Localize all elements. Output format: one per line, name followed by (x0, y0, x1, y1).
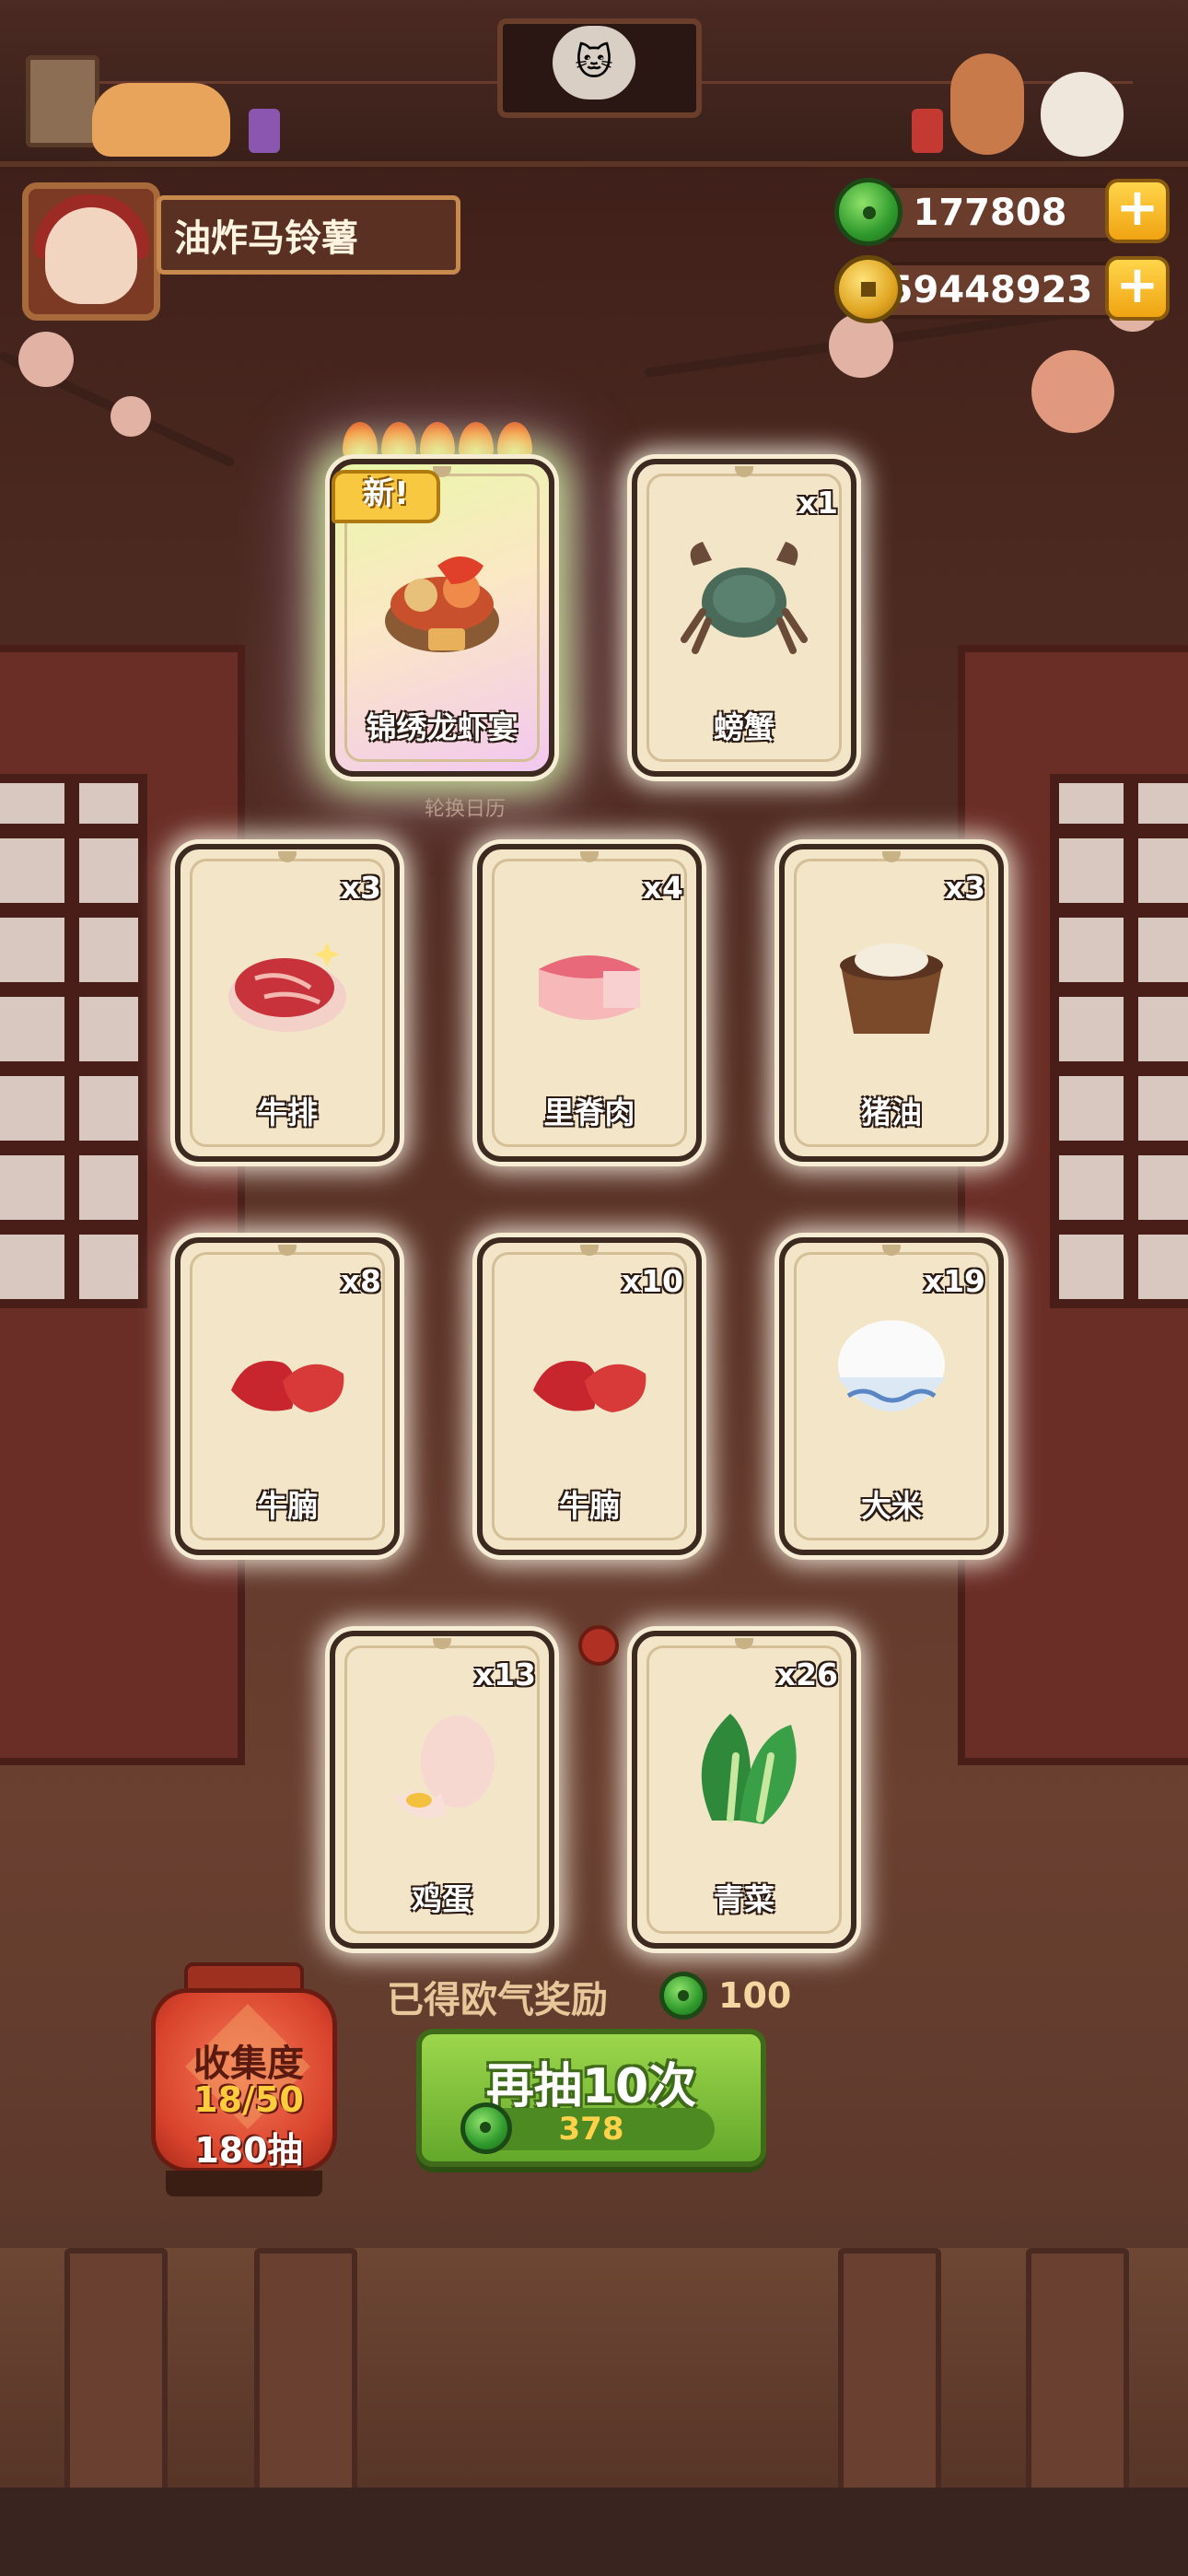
luck-reward-value: 100 (718, 1975, 792, 2016)
steak-icon (228, 942, 346, 1032)
card-count: x3 (340, 870, 381, 906)
card-count: x10 (621, 1263, 683, 1299)
railing-post (1026, 2248, 1129, 2499)
railing-post (64, 2248, 168, 2499)
card-label: 大米 (861, 1488, 922, 1524)
lantern-body: 收集度 18/50 180抽 (151, 1988, 337, 2172)
card-label: 牛腩 (257, 1488, 318, 1524)
jade-icon (834, 178, 903, 246)
lobster-feast-icon (385, 556, 499, 652)
bottom-strip (0, 2488, 1188, 2576)
card-label: 青菜 (714, 1881, 775, 1917)
card-count: x13 (473, 1657, 536, 1692)
coin-icon (834, 255, 903, 323)
card-label: 里脊肉 (543, 1095, 635, 1130)
blossom (18, 332, 74, 387)
card-label: 锦绣龙虾宴 (366, 709, 518, 745)
card-label: 猪油 (861, 1095, 922, 1130)
card-label: 牛腩 (559, 1488, 620, 1524)
blossom (829, 313, 893, 378)
bok-choy-icon (701, 1714, 797, 1824)
jade-balance-value: 177808 (913, 192, 1067, 234)
add-jade-button[interactable]: + (1105, 179, 1170, 243)
card-count: x4 (642, 870, 683, 906)
draw-cost-pill: 378 (460, 2102, 715, 2154)
avatar-face (45, 207, 137, 304)
card-lard[interactable]: x3 猪油 (779, 844, 1004, 1162)
draw-again-button[interactable]: 再抽10次 378 (416, 2029, 766, 2167)
card-label: 牛排 (257, 1095, 318, 1130)
card-rice[interactable]: x19 大米 (779, 1237, 1004, 1555)
beef-brisket-icon (533, 1361, 646, 1412)
white-cat-decoration (1041, 72, 1124, 157)
card-count: x8 (340, 1263, 381, 1299)
rotation-calendar-label[interactable]: 轮换日历 (387, 792, 543, 822)
card-count: x19 (923, 1263, 985, 1299)
beef-brisket-icon (231, 1361, 344, 1412)
crab-icon (681, 542, 808, 654)
card-label: 螃蟹 (714, 709, 775, 745)
card-count: x26 (775, 1657, 838, 1692)
new-badge: 新! (332, 470, 440, 523)
card-steak[interactable]: x3 牛排 (175, 844, 400, 1162)
scroll-cat-icon: 🐱 (553, 26, 635, 100)
card-egg[interactable]: x13 鸡蛋 (330, 1631, 554, 1949)
compass-ornament (578, 1625, 619, 1666)
card-crab[interactable]: x1 螃蟹 (632, 459, 856, 777)
add-coins-button[interactable]: + (1105, 256, 1170, 321)
jade-icon (460, 2102, 512, 2154)
tabby-cat-decoration (92, 83, 230, 157)
lard-icon (840, 943, 943, 1034)
collection-lantern[interactable]: 收集度 18/50 180抽 (147, 1962, 341, 2202)
right-lattice-window (1050, 774, 1188, 1308)
chef-character-decoration (950, 53, 1024, 155)
blossom (1031, 350, 1114, 433)
player-name: 油炸马铃薯 (157, 195, 460, 275)
lantern-base (166, 2171, 322, 2196)
card-count: x3 (944, 870, 985, 906)
tenderloin-icon (539, 955, 640, 1020)
card-beef-brisket[interactable]: x10 牛腩 (477, 1237, 702, 1555)
notice-board-icon[interactable] (26, 55, 99, 147)
purple-lantern-icon (249, 109, 280, 153)
player-avatar[interactable] (22, 182, 160, 321)
coin-balance-value: 59448923 (887, 269, 1093, 311)
egg-icon (391, 1715, 495, 1818)
card-beef-brisket[interactable]: x8 牛腩 (175, 1237, 400, 1555)
jade-icon (659, 1972, 707, 2020)
left-lattice-window (0, 774, 147, 1308)
rice-bowl-icon (837, 1320, 946, 1411)
collection-draw-count: 180抽 (194, 2130, 303, 2171)
card-label: 鸡蛋 (412, 1881, 472, 1917)
railing-post (838, 2248, 941, 2499)
collection-progress: 18/50 (193, 2079, 304, 2120)
railing-post (254, 2248, 357, 2499)
blossom (111, 396, 151, 437)
red-lantern-icon (912, 109, 943, 153)
luck-reward-label: 已得欧气奖励 (387, 1979, 608, 2021)
card-count: x1 (797, 485, 838, 521)
card-bok-choy[interactable]: x26 青菜 (632, 1631, 856, 1949)
card-tenderloin[interactable]: x4 里脊肉 (477, 844, 702, 1162)
